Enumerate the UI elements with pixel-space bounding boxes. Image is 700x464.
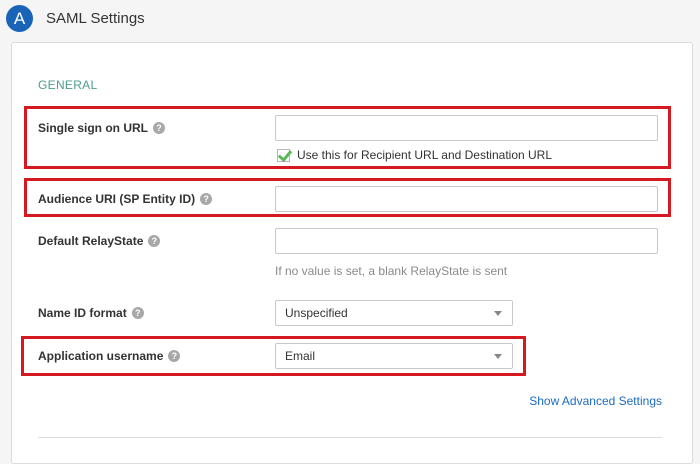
divider — [38, 437, 662, 438]
relay-state-label: Default RelayState ? — [38, 234, 161, 248]
relay-state-hint: If no value is set, a blank RelayState i… — [275, 264, 508, 278]
audience-uri-label-text: Audience URI (SP Entity ID) — [38, 192, 196, 206]
name-id-format-selected: Unspecified — [285, 306, 348, 320]
help-icon[interactable]: ? — [200, 193, 213, 205]
page-header: A SAML Settings — [0, 0, 700, 36]
app-username-selected: Email — [285, 349, 316, 363]
help-icon[interactable]: ? — [131, 307, 144, 319]
sso-url-input[interactable] — [275, 115, 658, 141]
sso-url-label: Single sign on URL ? — [38, 121, 165, 135]
recipient-url-checkbox-row[interactable]: Use this for Recipient URL and Destinati… — [277, 148, 552, 162]
chevron-down-icon — [494, 354, 502, 359]
name-id-format-label-text: Name ID format — [38, 306, 127, 320]
audience-uri-label: Audience URI (SP Entity ID) ? — [38, 192, 213, 206]
recipient-url-checkbox-label: Use this for Recipient URL and Destinati… — [297, 148, 553, 162]
relay-state-label-text: Default RelayState — [38, 234, 144, 248]
app-username-label-text: Application username — [38, 349, 164, 363]
audience-uri-input[interactable] — [275, 186, 658, 212]
step-badge: A — [6, 5, 33, 32]
chevron-down-icon — [494, 311, 502, 316]
name-id-format-label: Name ID format ? — [38, 306, 144, 320]
relay-state-input[interactable] — [275, 228, 658, 254]
help-icon[interactable]: ? — [168, 350, 181, 362]
show-advanced-settings-link[interactable]: Show Advanced Settings — [529, 394, 662, 408]
page-title: SAML Settings — [46, 10, 145, 27]
app-username-label: Application username ? — [38, 349, 181, 363]
help-icon[interactable]: ? — [153, 122, 165, 134]
app-username-select[interactable]: Email — [275, 343, 513, 369]
sso-url-label-text: Single sign on URL — [38, 121, 148, 135]
name-id-format-select[interactable]: Unspecified — [275, 300, 513, 326]
section-title: GENERAL — [38, 78, 98, 92]
help-icon[interactable]: ? — [148, 235, 161, 247]
recipient-url-checkbox[interactable] — [277, 148, 290, 162]
